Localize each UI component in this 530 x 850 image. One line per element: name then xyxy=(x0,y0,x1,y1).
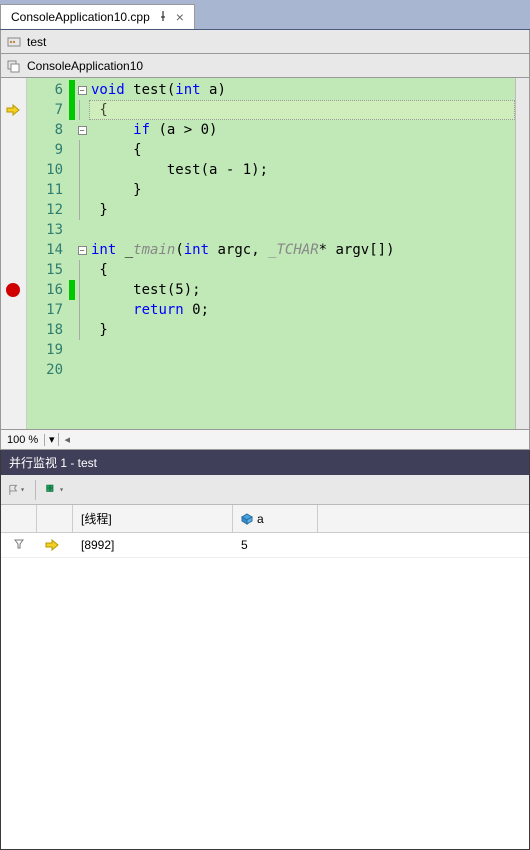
code-text[interactable]: void test(int a) { if (a > 0) { test(a -… xyxy=(89,78,515,429)
fold-toggle[interactable]: − xyxy=(75,80,89,100)
watch-header-variable-label: a xyxy=(257,512,264,526)
watch-row-arrow xyxy=(37,533,73,557)
code-editor: 67891011121314151617181920 − − − void test… xyxy=(0,78,530,450)
file-tab[interactable]: ConsoleApplication10.cpp × xyxy=(0,4,195,29)
execution-pointer-icon xyxy=(5,100,21,120)
watch-row-thread: [8992] xyxy=(73,533,233,557)
tab-bar: ConsoleApplication10.cpp × xyxy=(0,0,530,30)
breakpoint-margin[interactable] xyxy=(1,78,27,429)
watch-header-extra[interactable] xyxy=(318,505,529,532)
watch-row[interactable]: [8992]5 xyxy=(1,533,529,558)
watch-toolbar: ▾ ▾ xyxy=(1,475,529,505)
watch-panel-title: 并行监视 1 - test xyxy=(1,450,529,475)
vertical-scrollbar[interactable] xyxy=(515,78,529,429)
watch-body: [8992]5 xyxy=(1,533,529,849)
funnel-icon[interactable] xyxy=(14,539,24,552)
flag-dropdown-icon[interactable]: ▾ xyxy=(7,481,25,499)
watch-header-empty[interactable] xyxy=(37,505,73,532)
nav-scope-function[interactable]: test xyxy=(0,30,530,54)
parallel-watch-panel: 并行监视 1 - test ▾ ▾ [线程] a xyxy=(0,450,530,850)
cube-icon xyxy=(241,513,253,525)
editor-status-bar: 100 % ▾ ◂ xyxy=(0,430,530,450)
zoom-dropdown[interactable]: ▾ xyxy=(45,433,59,446)
breakpoint-icon[interactable] xyxy=(6,283,20,297)
watch-header-margin[interactable] xyxy=(1,505,37,532)
pin-icon[interactable] xyxy=(158,10,168,24)
close-icon[interactable]: × xyxy=(176,9,184,25)
watch-header-row: [线程] a xyxy=(1,505,529,533)
watch-header-variable[interactable]: a xyxy=(233,505,318,532)
watch-row-extra xyxy=(318,533,529,557)
scroll-left-icon[interactable]: ◂ xyxy=(59,433,75,446)
line-number-gutter: 67891011121314151617181920 xyxy=(27,78,69,429)
fold-toggle[interactable]: − xyxy=(75,240,89,260)
watch-row-icons xyxy=(1,533,37,557)
watch-header-thread[interactable]: [线程] xyxy=(73,505,233,532)
fold-toggle[interactable]: − xyxy=(75,120,89,140)
fold-gutter[interactable]: − − − xyxy=(75,78,89,429)
tab-filename: ConsoleApplication10.cpp xyxy=(11,10,150,24)
method-icon xyxy=(7,35,21,49)
watch-row-value: 5 xyxy=(233,533,318,557)
zoom-level: 100 % xyxy=(1,434,45,446)
nav-scope-project[interactable]: ConsoleApplication10 xyxy=(0,54,530,78)
toolbar-separator xyxy=(35,480,36,500)
current-thread-arrow-icon xyxy=(45,539,59,551)
nav-project-text: ConsoleApplication10 xyxy=(27,59,143,73)
project-icon xyxy=(7,59,21,73)
watch-header-thread-label: [线程] xyxy=(81,510,112,527)
nav-function-text: test xyxy=(27,35,46,49)
grid-dropdown-icon[interactable]: ▾ xyxy=(46,481,64,499)
code-editor-body[interactable]: 67891011121314151617181920 − − − void test… xyxy=(0,78,530,430)
